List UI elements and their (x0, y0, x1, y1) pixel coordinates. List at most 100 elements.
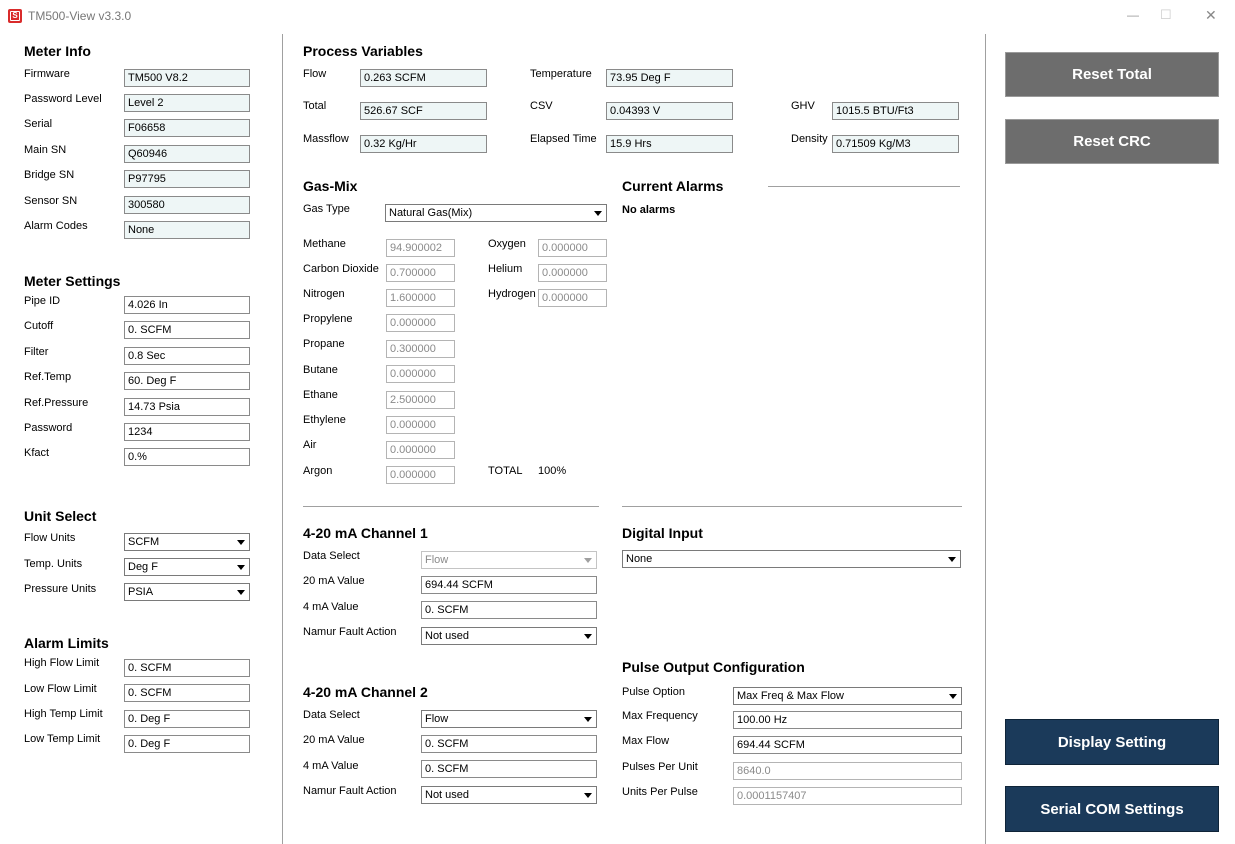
minimize-icon[interactable]: — (1127, 8, 1139, 22)
channel2-heading: 4-20 mA Channel 2 (303, 684, 428, 700)
air-field: 0.000000 (386, 441, 455, 459)
pulse-option-label: Pulse Option (622, 686, 685, 698)
channel1-namur-value: Not used (425, 630, 470, 642)
current-alarms-rule (768, 186, 960, 187)
filter-field[interactable]: 0.8 Sec (124, 347, 250, 365)
high-flow-limit-label: High Flow Limit (24, 657, 100, 669)
pipe-id-field[interactable]: 4.026 In (124, 296, 250, 314)
firmware-label: Firmware (24, 68, 70, 80)
argon-label: Argon (303, 465, 333, 477)
channel1-4ma-field[interactable]: 0. SCFM (421, 601, 597, 619)
flow-field: 0.263 SCFM (360, 69, 487, 87)
density-label: Density (791, 133, 828, 145)
title-bar: S TM500-View v3.3.0 — ☐ ✕ (0, 0, 1235, 32)
max-flow-label: Max Flow (622, 735, 670, 747)
reset-total-button[interactable]: Reset Total (1005, 52, 1219, 97)
methane-field: 94.900002 (386, 239, 455, 257)
gas-type-select[interactable]: Natural Gas(Mix) (385, 204, 607, 222)
main-sn-label: Main SN (24, 144, 67, 156)
max-frequency-field[interactable]: 100.00 Hz (733, 711, 962, 729)
low-flow-limit-field[interactable]: 0. SCFM (124, 684, 250, 702)
process-variables-heading: Process Variables (303, 43, 423, 59)
butane-field: 0.000000 (386, 365, 455, 383)
window-title: TM500-View v3.3.0 (28, 9, 132, 23)
temp-units-label: Temp. Units (24, 558, 83, 570)
gas-type-value: Natural Gas(Mix) (389, 207, 473, 219)
digital-input-heading: Digital Input (622, 525, 703, 541)
channel2-data-select[interactable]: Flow (421, 710, 597, 728)
propylene-field: 0.000000 (386, 314, 455, 332)
low-temp-limit-field[interactable]: 0. Deg F (124, 735, 250, 753)
serial-com-settings-button[interactable]: Serial COM Settings (1005, 786, 1219, 832)
units-per-pulse-label: Units Per Pulse (622, 786, 698, 798)
close-icon[interactable]: ✕ (1205, 7, 1217, 24)
massflow-field: 0.32 Kg/Hr (360, 135, 487, 153)
cutoff-field[interactable]: 0. SCFM (124, 321, 250, 339)
channel2-20ma-label: 20 mA Value (303, 734, 365, 746)
propylene-label: Propylene (303, 313, 353, 325)
pulses-per-unit-field: 8640.0 (733, 762, 962, 780)
chevron-down-icon (944, 551, 960, 567)
meter-info-heading: Meter Info (24, 43, 91, 59)
chevron-down-icon (580, 552, 596, 568)
serial-label: Serial (24, 118, 53, 130)
ethylene-field: 0.000000 (386, 416, 455, 434)
pressure-units-select[interactable]: PSIA (124, 583, 250, 601)
alarm-limits-heading: Alarm Limits (24, 635, 109, 651)
bridge-sn-label: Bridge SN (24, 169, 75, 181)
display-setting-button[interactable]: Display Setting (1005, 719, 1219, 765)
pulse-option-value: Max Freq & Max Flow (737, 690, 844, 702)
maximize-icon[interactable]: ☐ (1160, 7, 1172, 23)
chevron-down-icon (580, 711, 596, 727)
current-alarms-text: No alarms (622, 204, 676, 216)
bridge-sn-field: P97795 (124, 170, 250, 188)
channel1-namur-select[interactable]: Not used (421, 627, 597, 645)
unit-select-heading: Unit Select (24, 508, 97, 524)
channel1-data-select-value: Flow (425, 554, 449, 566)
ethane-label: Ethane (303, 389, 338, 401)
elapsed-time-label: Elapsed Time (530, 133, 597, 145)
digital-input-select[interactable]: None (622, 550, 961, 568)
helium-label: Helium (488, 263, 523, 275)
channel2-namur-label: Namur Fault Action (303, 785, 397, 797)
propane-label: Propane (303, 338, 345, 350)
password-field[interactable]: 1234 (124, 423, 250, 441)
ghv-field: 1015.5 BTU/Ft3 (832, 102, 959, 120)
channel1-20ma-field[interactable]: 694.44 SCFM (421, 576, 597, 594)
channel1-data-select-label: Data Select (303, 550, 360, 562)
kfact-field[interactable]: 0.% (124, 448, 250, 466)
ref-temp-label: Ref.Temp (24, 371, 72, 383)
ref-temp-field[interactable]: 60. Deg F (124, 372, 250, 390)
carbon-dioxide-label: Carbon Dioxide (303, 263, 379, 275)
chevron-down-icon (580, 628, 596, 644)
density-field: 0.71509 Kg/M3 (832, 135, 959, 153)
pipe-id-label: Pipe ID (24, 295, 61, 307)
temp-units-select[interactable]: Deg F (124, 558, 250, 576)
csv-field: 0.04393 V (606, 102, 733, 120)
low-flow-limit-label: Low Flow Limit (24, 683, 97, 695)
pulse-option-select[interactable]: Max Freq & Max Flow (733, 687, 962, 705)
channel2-20ma-field[interactable]: 0. SCFM (421, 735, 597, 753)
serial-field: F06658 (124, 119, 250, 137)
high-temp-limit-field[interactable]: 0. Deg F (124, 710, 250, 728)
alarm-codes-label: Alarm Codes (24, 220, 88, 232)
flow-units-select[interactable]: SCFM (124, 533, 250, 551)
channel1-4ma-label: 4 mA Value (303, 601, 359, 613)
channel2-namur-select[interactable]: Not used (421, 786, 597, 804)
elapsed-time-field: 15.9 Hrs (606, 135, 733, 153)
flow-label: Flow (303, 68, 327, 80)
gas-total-value: 100% (538, 465, 567, 477)
butane-label: Butane (303, 364, 338, 376)
channel1-namur-label: Namur Fault Action (303, 626, 397, 638)
high-flow-limit-field[interactable]: 0. SCFM (124, 659, 250, 677)
channel1-20ma-label: 20 mA Value (303, 575, 365, 587)
chevron-down-icon (945, 688, 961, 704)
ethylene-label: Ethylene (303, 414, 346, 426)
max-flow-field[interactable]: 694.44 SCFM (733, 736, 962, 754)
password-level-label: Password Level (24, 93, 102, 105)
ref-pressure-field[interactable]: 14.73 Psia (124, 398, 250, 416)
ethane-field: 2.500000 (386, 391, 455, 409)
propane-field: 0.300000 (386, 340, 455, 358)
reset-crc-button[interactable]: Reset CRC (1005, 119, 1219, 164)
channel2-4ma-field[interactable]: 0. SCFM (421, 760, 597, 778)
